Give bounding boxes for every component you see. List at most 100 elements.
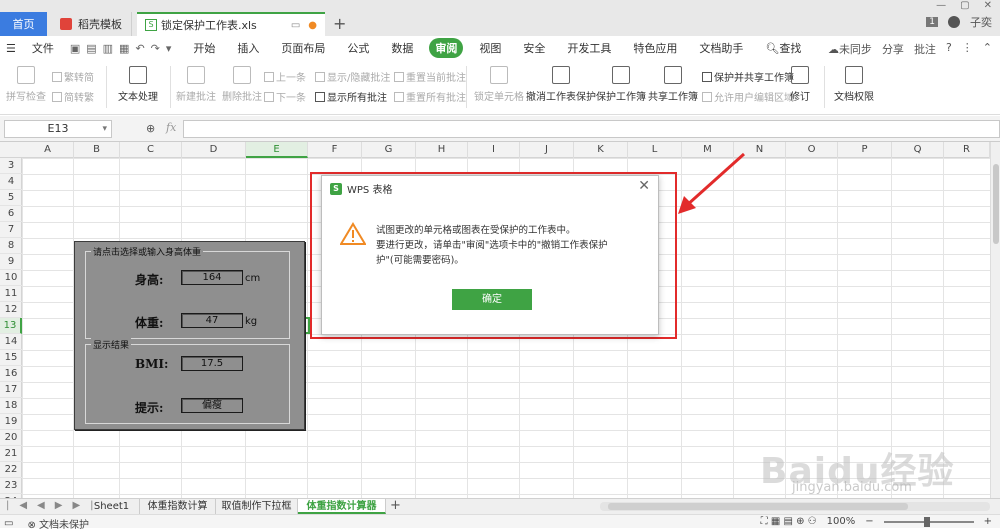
formula-input[interactable] bbox=[183, 120, 1000, 138]
more-icon[interactable]: ⋮ bbox=[962, 41, 973, 57]
lock-cell-button[interactable]: 锁定单元格 bbox=[474, 66, 524, 103]
column-header-G[interactable]: G bbox=[362, 142, 416, 158]
protect-workbook-button[interactable]: 保护工作簿 bbox=[596, 66, 646, 103]
row-header-17[interactable]: 17 bbox=[0, 382, 22, 398]
menu-file[interactable]: 文件 bbox=[26, 38, 60, 58]
reset-current-comment-button[interactable]: 重置当前批注 bbox=[394, 69, 466, 84]
height-input[interactable]: 164 bbox=[181, 270, 243, 285]
menu-search[interactable]: 🔍︎查找 bbox=[759, 38, 807, 58]
chat-icon[interactable]: ▭ bbox=[291, 20, 300, 31]
column-header-Q[interactable]: Q bbox=[892, 142, 944, 158]
macro-icon[interactable]: ▭ bbox=[4, 518, 13, 529]
row-header-5[interactable]: 5 bbox=[0, 190, 22, 206]
next-comment-button[interactable]: 下一条 bbox=[264, 89, 306, 104]
zoom-out-icon[interactable]: − bbox=[865, 516, 873, 527]
row-header-7[interactable]: 7 bbox=[0, 222, 22, 238]
column-header-B[interactable]: B bbox=[74, 142, 120, 158]
column-header-O[interactable]: O bbox=[786, 142, 838, 158]
column-header-D[interactable]: D bbox=[182, 142, 246, 158]
row-header-21[interactable]: 21 bbox=[0, 446, 22, 462]
minimize-icon[interactable]: — bbox=[936, 0, 946, 11]
row-header-16[interactable]: 16 bbox=[0, 366, 22, 382]
zoom-in-icon[interactable]: + bbox=[984, 516, 992, 527]
column-header-C[interactable]: C bbox=[120, 142, 182, 158]
avatar[interactable] bbox=[948, 16, 960, 28]
menu-special[interactable]: 特色应用 bbox=[627, 38, 683, 58]
help-icon[interactable]: ? bbox=[946, 41, 952, 57]
new-tab-plus-icon[interactable]: + bbox=[333, 14, 346, 33]
name-box-dropdown-icon[interactable]: ▾ bbox=[102, 121, 107, 137]
weight-input[interactable]: 47 bbox=[181, 313, 243, 328]
menu-security[interactable]: 安全 bbox=[517, 38, 551, 58]
allow-edit-ranges-button[interactable]: 允许用户编辑区域 bbox=[702, 89, 794, 104]
row-header-13[interactable]: 13 bbox=[0, 318, 22, 334]
column-header-F[interactable]: F bbox=[308, 142, 362, 158]
close-icon[interactable]: ✕ bbox=[638, 178, 650, 194]
zoom-search-icon[interactable]: ⊕ bbox=[146, 122, 155, 135]
horizontal-scrollbar[interactable] bbox=[600, 502, 990, 511]
view-mode-icons[interactable]: ⛶ ▦ ▤ ⊕ ⚇ bbox=[761, 516, 817, 527]
menu-view[interactable]: 视图 bbox=[473, 38, 507, 58]
column-header-H[interactable]: H bbox=[416, 142, 468, 158]
delete-comment-button[interactable]: 删除批注 bbox=[222, 66, 262, 103]
column-header-R[interactable]: R bbox=[944, 142, 990, 158]
share-button[interactable]: 分享 bbox=[882, 41, 904, 57]
share-workbook-button[interactable]: 共享工作簿 bbox=[648, 66, 698, 103]
row-header-8[interactable]: 8 bbox=[0, 238, 22, 254]
column-header-E[interactable]: E bbox=[246, 142, 308, 158]
menu-formulas[interactable]: 公式 bbox=[341, 38, 375, 58]
spell-check-button[interactable]: 拼写检查 bbox=[6, 66, 46, 103]
column-header-A[interactable]: A bbox=[22, 142, 74, 158]
sheet-tab-sheet1[interactable]: Sheet1 bbox=[84, 499, 140, 514]
window-count-badge[interactable]: 1 bbox=[926, 17, 938, 27]
row-header-10[interactable]: 10 bbox=[0, 270, 22, 286]
row-header-12[interactable]: 12 bbox=[0, 302, 22, 318]
tab-file[interactable]: S 锁定保护工作表.xls ▭ ● bbox=[137, 12, 325, 36]
zoom-slider[interactable] bbox=[883, 516, 974, 527]
user-name[interactable]: 子奕 bbox=[970, 14, 992, 30]
vertical-scroll-thumb[interactable] bbox=[993, 164, 999, 244]
row-header-3[interactable]: 3 bbox=[0, 158, 22, 174]
zoom-level[interactable]: 100% bbox=[827, 516, 856, 527]
maximize-icon[interactable]: ▢ bbox=[960, 0, 969, 11]
row-header-18[interactable]: 18 bbox=[0, 398, 22, 414]
show-all-comments-button[interactable]: 显示所有批注 bbox=[315, 89, 387, 104]
protect-and-share-button[interactable]: 保护并共享工作簿 bbox=[702, 69, 794, 84]
column-header-J[interactable]: J bbox=[520, 142, 574, 158]
sheet-tab-bmi-calculator[interactable]: 体重指数计算器 bbox=[298, 499, 386, 514]
column-header-I[interactable]: I bbox=[468, 142, 520, 158]
row-header-20[interactable]: 20 bbox=[0, 430, 22, 446]
revise-button[interactable]: 修订 bbox=[790, 66, 810, 103]
doc-permission-button[interactable]: 文档权限 bbox=[834, 66, 874, 103]
menu-insert[interactable]: 插入 bbox=[231, 38, 265, 58]
new-comment-button[interactable]: 新建批注 bbox=[176, 66, 216, 103]
sync-button[interactable]: ☁未同步 bbox=[828, 41, 872, 57]
row-header-23[interactable]: 23 bbox=[0, 478, 22, 494]
sheet-tab-bmi-calc[interactable]: 体重指数计算 bbox=[140, 499, 216, 514]
menu-home[interactable]: 开始 bbox=[187, 38, 221, 58]
sheet-tab-dropdown[interactable]: 取值制作下拉框 bbox=[216, 499, 298, 514]
row-header-15[interactable]: 15 bbox=[0, 350, 22, 366]
column-header-P[interactable]: P bbox=[838, 142, 892, 158]
simp-to-trad-button[interactable]: 简转繁 bbox=[52, 89, 94, 104]
row-header-9[interactable]: 9 bbox=[0, 254, 22, 270]
prev-comment-button[interactable]: 上一条 bbox=[264, 69, 306, 84]
row-header-14[interactable]: 14 bbox=[0, 334, 22, 350]
column-header-K[interactable]: K bbox=[574, 142, 628, 158]
vertical-scrollbar[interactable] bbox=[990, 142, 1000, 498]
tab-home[interactable]: 首页 bbox=[0, 12, 47, 36]
row-header-6[interactable]: 6 bbox=[0, 206, 22, 222]
quick-access-toolbar[interactable]: ▣▤▥▦↶↷▾ bbox=[70, 42, 178, 55]
menu-doc-assistant[interactable]: 文档助手 bbox=[693, 38, 749, 58]
zoom-slider-knob[interactable] bbox=[923, 516, 930, 527]
unprotect-sheet-button[interactable]: 撤消工作表保护 bbox=[526, 66, 596, 103]
show-hide-comment-button[interactable]: 显示/隐藏批注 bbox=[315, 69, 390, 84]
add-sheet-icon[interactable]: + bbox=[390, 498, 401, 513]
menu-page-layout[interactable]: 页面布局 bbox=[275, 38, 331, 58]
row-header-22[interactable]: 22 bbox=[0, 462, 22, 478]
comment-button[interactable]: 批注 bbox=[914, 41, 936, 57]
menu-data[interactable]: 数据 bbox=[385, 38, 419, 58]
row-header-19[interactable]: 19 bbox=[0, 414, 22, 430]
doc-status[interactable]: ⊗ 文档未保护 bbox=[27, 516, 89, 531]
reset-all-comments-button[interactable]: 重置所有批注 bbox=[394, 89, 466, 104]
